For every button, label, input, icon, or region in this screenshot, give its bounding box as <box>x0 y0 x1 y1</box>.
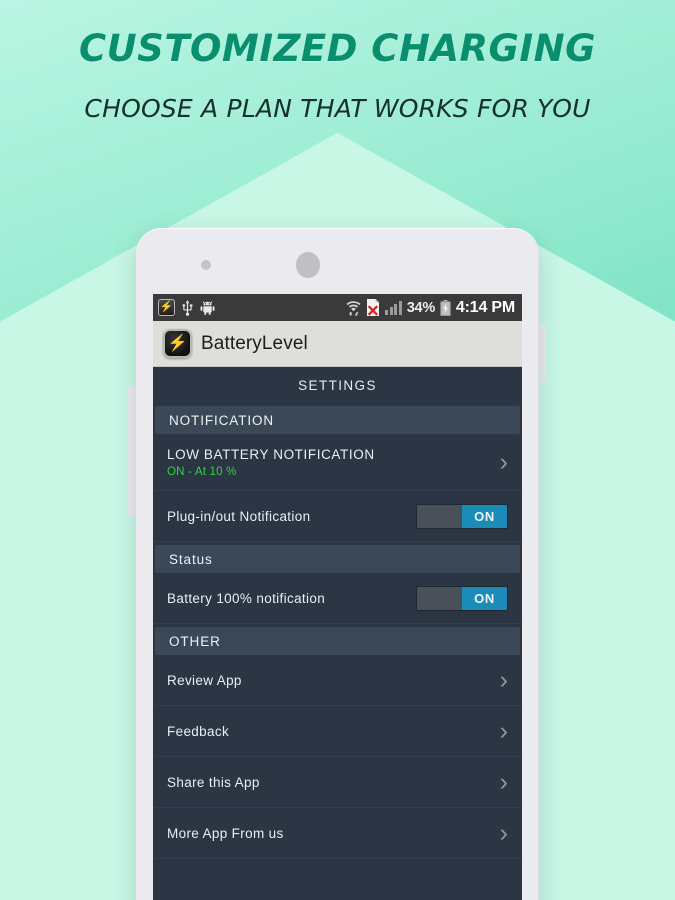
row-text: Feedback <box>167 724 492 739</box>
toggle-knob <box>417 504 462 528</box>
earpiece-speaker <box>296 252 320 278</box>
toggle-knob <box>417 586 462 610</box>
settings-link-row[interactable]: LOW BATTERY NOTIFICATION ON - At 10 % › <box>153 434 522 491</box>
app-bar: ⚡ BatteryLevel <box>153 321 522 367</box>
signal-bars-icon <box>385 300 402 315</box>
settings-toggle-row[interactable]: Plug-in/out Notification ON <box>153 491 522 542</box>
settings-title: SETTINGS <box>153 367 522 403</box>
chevron-right-icon: › <box>499 716 508 745</box>
phone-screen: ⚡ 34% 4:14 PM ⚡ BatteryLevel SETTINGS NO… <box>153 294 522 900</box>
status-bar-left-icons: ⚡ <box>158 299 215 316</box>
front-camera-icon <box>201 260 211 270</box>
row-text: Battery 100% notification <box>167 591 416 606</box>
settings-link-row[interactable]: Share this App › <box>153 757 522 808</box>
chevron-right-icon: › <box>499 665 508 694</box>
row-title: LOW BATTERY NOTIFICATION <box>167 446 375 462</box>
settings-link-row[interactable]: More App From us › <box>153 808 522 859</box>
chevron-right-icon: › <box>499 447 508 476</box>
toggle-state-label: ON <box>462 504 507 528</box>
android-bug-icon <box>200 300 215 315</box>
wifi-icon <box>346 299 361 316</box>
status-bar: ⚡ 34% 4:14 PM <box>153 294 522 321</box>
promo-screenshot: CUSTOMIZED CHARGING CHOOSE A PLAN THAT W… <box>0 0 675 900</box>
promo-headline: CUSTOMIZED CHARGING <box>78 27 597 70</box>
section-header: Status <box>155 545 520 573</box>
status-bar-right-icons: 34% 4:14 PM <box>346 299 515 317</box>
row-title: Feedback <box>167 723 230 739</box>
row-title: Battery 100% notification <box>167 590 326 606</box>
section-header: NOTIFICATION <box>155 406 520 434</box>
battery-percent-label: 34% <box>406 299 435 316</box>
battery-app-icon: ⚡ <box>158 299 175 316</box>
app-title: BatteryLevel <box>201 332 308 354</box>
toggle-switch[interactable]: ON <box>416 503 508 529</box>
row-subtitle: ON - At 10 % <box>167 465 237 478</box>
row-text: LOW BATTERY NOTIFICATION ON - At 10 % <box>167 447 492 478</box>
settings-toggle-row[interactable]: Battery 100% notification ON <box>153 573 522 624</box>
row-title: Share this App <box>167 774 260 790</box>
row-title: Plug-in/out Notification <box>167 508 311 524</box>
phone-mockup: ⚡ 34% 4:14 PM ⚡ BatteryLevel SETTINGS NO… <box>136 228 539 900</box>
promo-text-block: CUSTOMIZED CHARGING CHOOSE A PLAN THAT W… <box>0 24 675 130</box>
lightning-bolt-icon: ⚡ <box>163 329 192 358</box>
row-title: Review App <box>167 672 242 688</box>
row-text: Share this App <box>167 775 492 790</box>
usb-icon <box>182 299 193 316</box>
toggle-switch[interactable]: ON <box>416 585 508 611</box>
row-text: Review App <box>167 673 492 688</box>
settings-list: NOTIFICATION LOW BATTERY NOTIFICATION ON -… <box>153 406 522 859</box>
chevron-right-icon: › <box>499 818 508 847</box>
row-text: Plug-in/out Notification <box>167 509 416 524</box>
settings-link-row[interactable]: Feedback › <box>153 706 522 757</box>
promo-subheadline: CHOOSE A PLAN THAT WORKS FOR YOU <box>84 94 591 123</box>
chevron-right-icon: › <box>499 767 508 796</box>
clock-label: 4:14 PM <box>455 298 515 316</box>
toggle-state-label: ON <box>462 586 507 610</box>
document-error-icon <box>366 299 380 316</box>
settings-link-row[interactable]: Review App › <box>153 655 522 706</box>
row-title: More App From us <box>167 825 284 841</box>
battery-charging-icon <box>440 299 451 316</box>
section-header: OTHER <box>155 627 520 655</box>
row-text: More App From us <box>167 826 492 841</box>
